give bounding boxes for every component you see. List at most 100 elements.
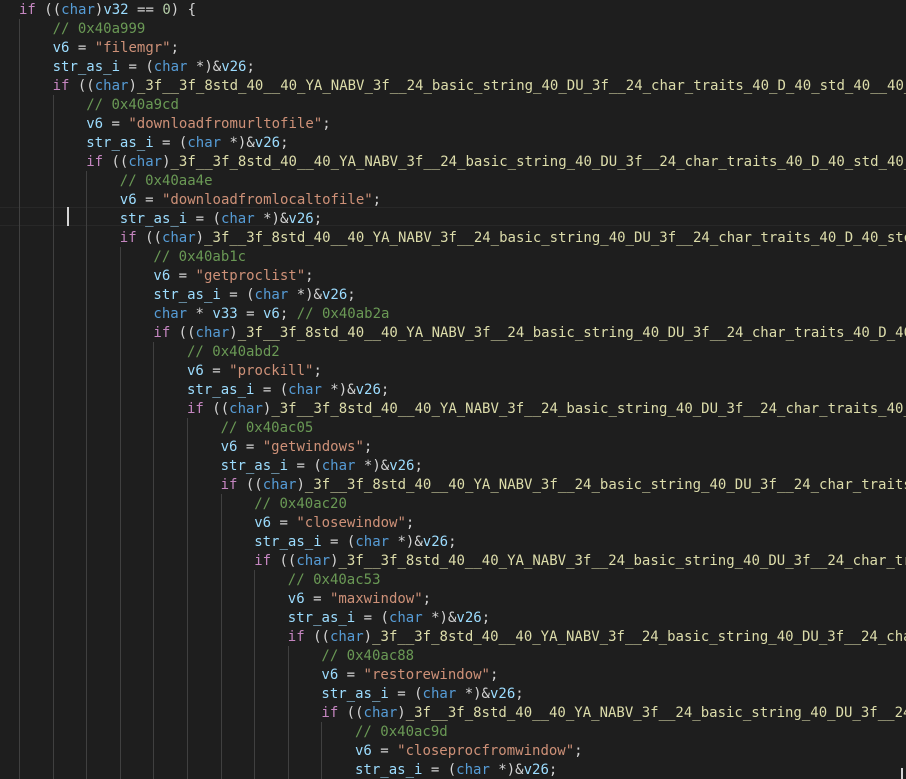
- code-line[interactable]: str_as_i = (char *)&v26;: [355, 761, 557, 779]
- code-token: ): [128, 77, 137, 94]
- code-token: _3f__3f_8std_40__40_YA_NABV_3f__24_basic…: [204, 229, 906, 246]
- code-token: = (: [355, 609, 389, 626]
- code-line[interactable]: v6 = "filemgr";: [53, 39, 179, 58]
- code-line[interactable]: // 0x40ac88: [321, 647, 414, 666]
- code-token: // 0x40abd2: [187, 343, 280, 360]
- code-line[interactable]: // 0x40a9cd: [86, 96, 179, 115]
- code-token: str_as_i: [119, 210, 188, 227]
- code-line[interactable]: str_as_i = (char *)&v26;: [321, 685, 523, 704]
- code-token: v26: [221, 58, 247, 75]
- code-line[interactable]: if ((char)_3f__3f_8std_40__40_YA_NABV_3f…: [254, 552, 906, 571]
- code-token: ;: [313, 362, 322, 379]
- code-token: v6: [263, 305, 280, 322]
- code-line[interactable]: str_as_i = (char *)&v26;: [288, 609, 490, 628]
- code-line[interactable]: str_as_i = (char *)&v26;: [53, 58, 255, 77]
- code-line[interactable]: if ((char)_3f__3f_8std_40__40_YA_NABV_3f…: [153, 324, 906, 343]
- code-line[interactable]: if ((char)_3f__3f_8std_40__40_YA_NABV_3f…: [221, 476, 906, 495]
- code-token: "closewindow": [296, 514, 406, 531]
- code-line[interactable]: // 0x40ab1c: [153, 248, 246, 267]
- code-token: char: [262, 476, 297, 493]
- code-line[interactable]: // 0x40ac9d: [355, 723, 448, 742]
- code-token: char: [321, 457, 356, 474]
- code-line[interactable]: // 0x40ac20: [254, 495, 347, 514]
- code-token: // 0x40ac53: [287, 571, 381, 588]
- code-line[interactable]: v6 = "closewindow";: [254, 514, 414, 533]
- code-token: v26: [389, 457, 415, 474]
- code-line[interactable]: v6 = "getwindows";: [221, 438, 373, 457]
- code-editor[interactable]: if ((char)v32 == 0) {// 0x40a999 v6 = "fi…: [0, 0, 906, 779]
- code-token: ((: [136, 229, 162, 246]
- code-token: =: [103, 115, 129, 132]
- code-token: // 0x40a999: [52, 20, 146, 37]
- code-line[interactable]: if ((char)_3f__3f_8std_40__40_YA_NABV_3f…: [187, 400, 906, 419]
- code-line[interactable]: str_as_i = (char *)&v26;: [187, 381, 389, 400]
- code-token: _3f__3f_8std_40__40_YA_NABV_3f__24_basic…: [338, 552, 906, 569]
- code-token: ): [195, 229, 205, 246]
- code-token: *)&: [187, 58, 222, 75]
- code-token: char: [355, 533, 390, 550]
- code-line[interactable]: if ((char)_3f__3f_8std_40__40_YA_NABV_3f…: [321, 704, 906, 723]
- code-line[interactable]: if ((char)_3f__3f_8std_40__40_YA_NABV_3f…: [53, 77, 906, 96]
- code-line[interactable]: v6 = "downloadfromlocaltofile";: [120, 191, 381, 210]
- code-line[interactable]: v6 = "closeprocfromwindow";: [355, 742, 583, 761]
- code-token: _3f__3f_8std_40__40_YA_NABV_3f__24_basic…: [372, 628, 906, 645]
- code-token: v6: [220, 438, 238, 455]
- code-token: v26: [523, 761, 549, 778]
- code-token: = (: [187, 210, 221, 227]
- code-token: v26: [254, 134, 281, 151]
- code-token: ((: [35, 1, 62, 18]
- code-token: v26: [321, 286, 348, 303]
- code-token: // 0x40ac88: [321, 647, 415, 664]
- code-token: ;: [574, 742, 583, 759]
- code-token: ;: [313, 210, 323, 227]
- code-token: ;: [422, 590, 432, 607]
- code-token: ;: [380, 381, 390, 398]
- code-token: ((: [203, 400, 230, 417]
- code-line[interactable]: v6 = "downloadfromurltofile";: [86, 115, 330, 134]
- code-line[interactable]: // 0x40a999: [53, 20, 146, 39]
- code-line[interactable]: str_as_i = (char *)&v26;: [254, 533, 456, 552]
- code-token: ): [330, 552, 339, 569]
- code-line[interactable]: str_as_i = (char *)&v26;: [120, 210, 322, 229]
- code-token: str_as_i: [355, 761, 423, 778]
- indent-guide: [120, 247, 121, 779]
- code-line[interactable]: // 0x40ac05: [221, 419, 314, 438]
- code-token: v6: [355, 742, 372, 759]
- code-token: _3f__3f_8std_40__40_YA_NABV_3f__24_basic…: [271, 400, 906, 417]
- code-token: ==: [128, 1, 163, 18]
- indent-guide: [187, 418, 188, 779]
- code-line[interactable]: if ((char)_3f__3f_8std_40__40_YA_NABV_3f…: [86, 153, 906, 172]
- code-line[interactable]: str_as_i = (char *)&v26;: [86, 134, 288, 153]
- code-token: *)&: [254, 210, 289, 227]
- code-line[interactable]: v6 = "restorewindow";: [321, 666, 498, 685]
- code-token: char: [229, 400, 263, 417]
- code-token: char: [329, 628, 364, 645]
- code-line[interactable]: v6 = "maxwindow";: [288, 590, 431, 609]
- code-token: // 0x40ac05: [220, 419, 314, 436]
- code-line[interactable]: // 0x40abd2: [187, 343, 280, 362]
- code-token: *)&: [221, 134, 255, 151]
- code-line[interactable]: char * v33 = v6; // 0x40ab2a: [153, 305, 389, 324]
- code-token: *)&: [288, 286, 322, 303]
- code-line[interactable]: if ((char)_3f__3f_8std_40__40_YA_NABV_3f…: [288, 628, 906, 647]
- code-token: char: [128, 153, 163, 170]
- code-line[interactable]: if ((char)v32 == 0) {: [19, 1, 196, 20]
- indent-guide: [19, 19, 20, 779]
- code-line[interactable]: // 0x40ac53: [288, 571, 381, 590]
- code-token: // 0x40ac20: [254, 495, 347, 512]
- code-line[interactable]: v6 = "getproclist";: [153, 267, 313, 286]
- code-line[interactable]: // 0x40aa4e: [120, 172, 213, 191]
- code-token: str_as_i: [254, 533, 322, 550]
- code-line[interactable]: v6 = "prockill";: [187, 362, 322, 381]
- code-token: =: [203, 362, 230, 379]
- code-token: *)&: [422, 609, 457, 626]
- code-token: ;: [372, 191, 382, 208]
- code-token: char: [363, 704, 398, 721]
- code-token: // 0x40aa4e: [119, 172, 213, 189]
- code-line[interactable]: str_as_i = (char *)&v26;: [153, 286, 355, 305]
- code-token: ): [162, 153, 171, 170]
- code-token: "maxwindow": [329, 590, 423, 607]
- code-line[interactable]: str_as_i = (char *)&v26;: [221, 457, 423, 476]
- code-token: ;: [347, 286, 356, 303]
- code-line[interactable]: if ((char)_3f__3f_8std_40__40_YA_NABV_3f…: [120, 229, 906, 248]
